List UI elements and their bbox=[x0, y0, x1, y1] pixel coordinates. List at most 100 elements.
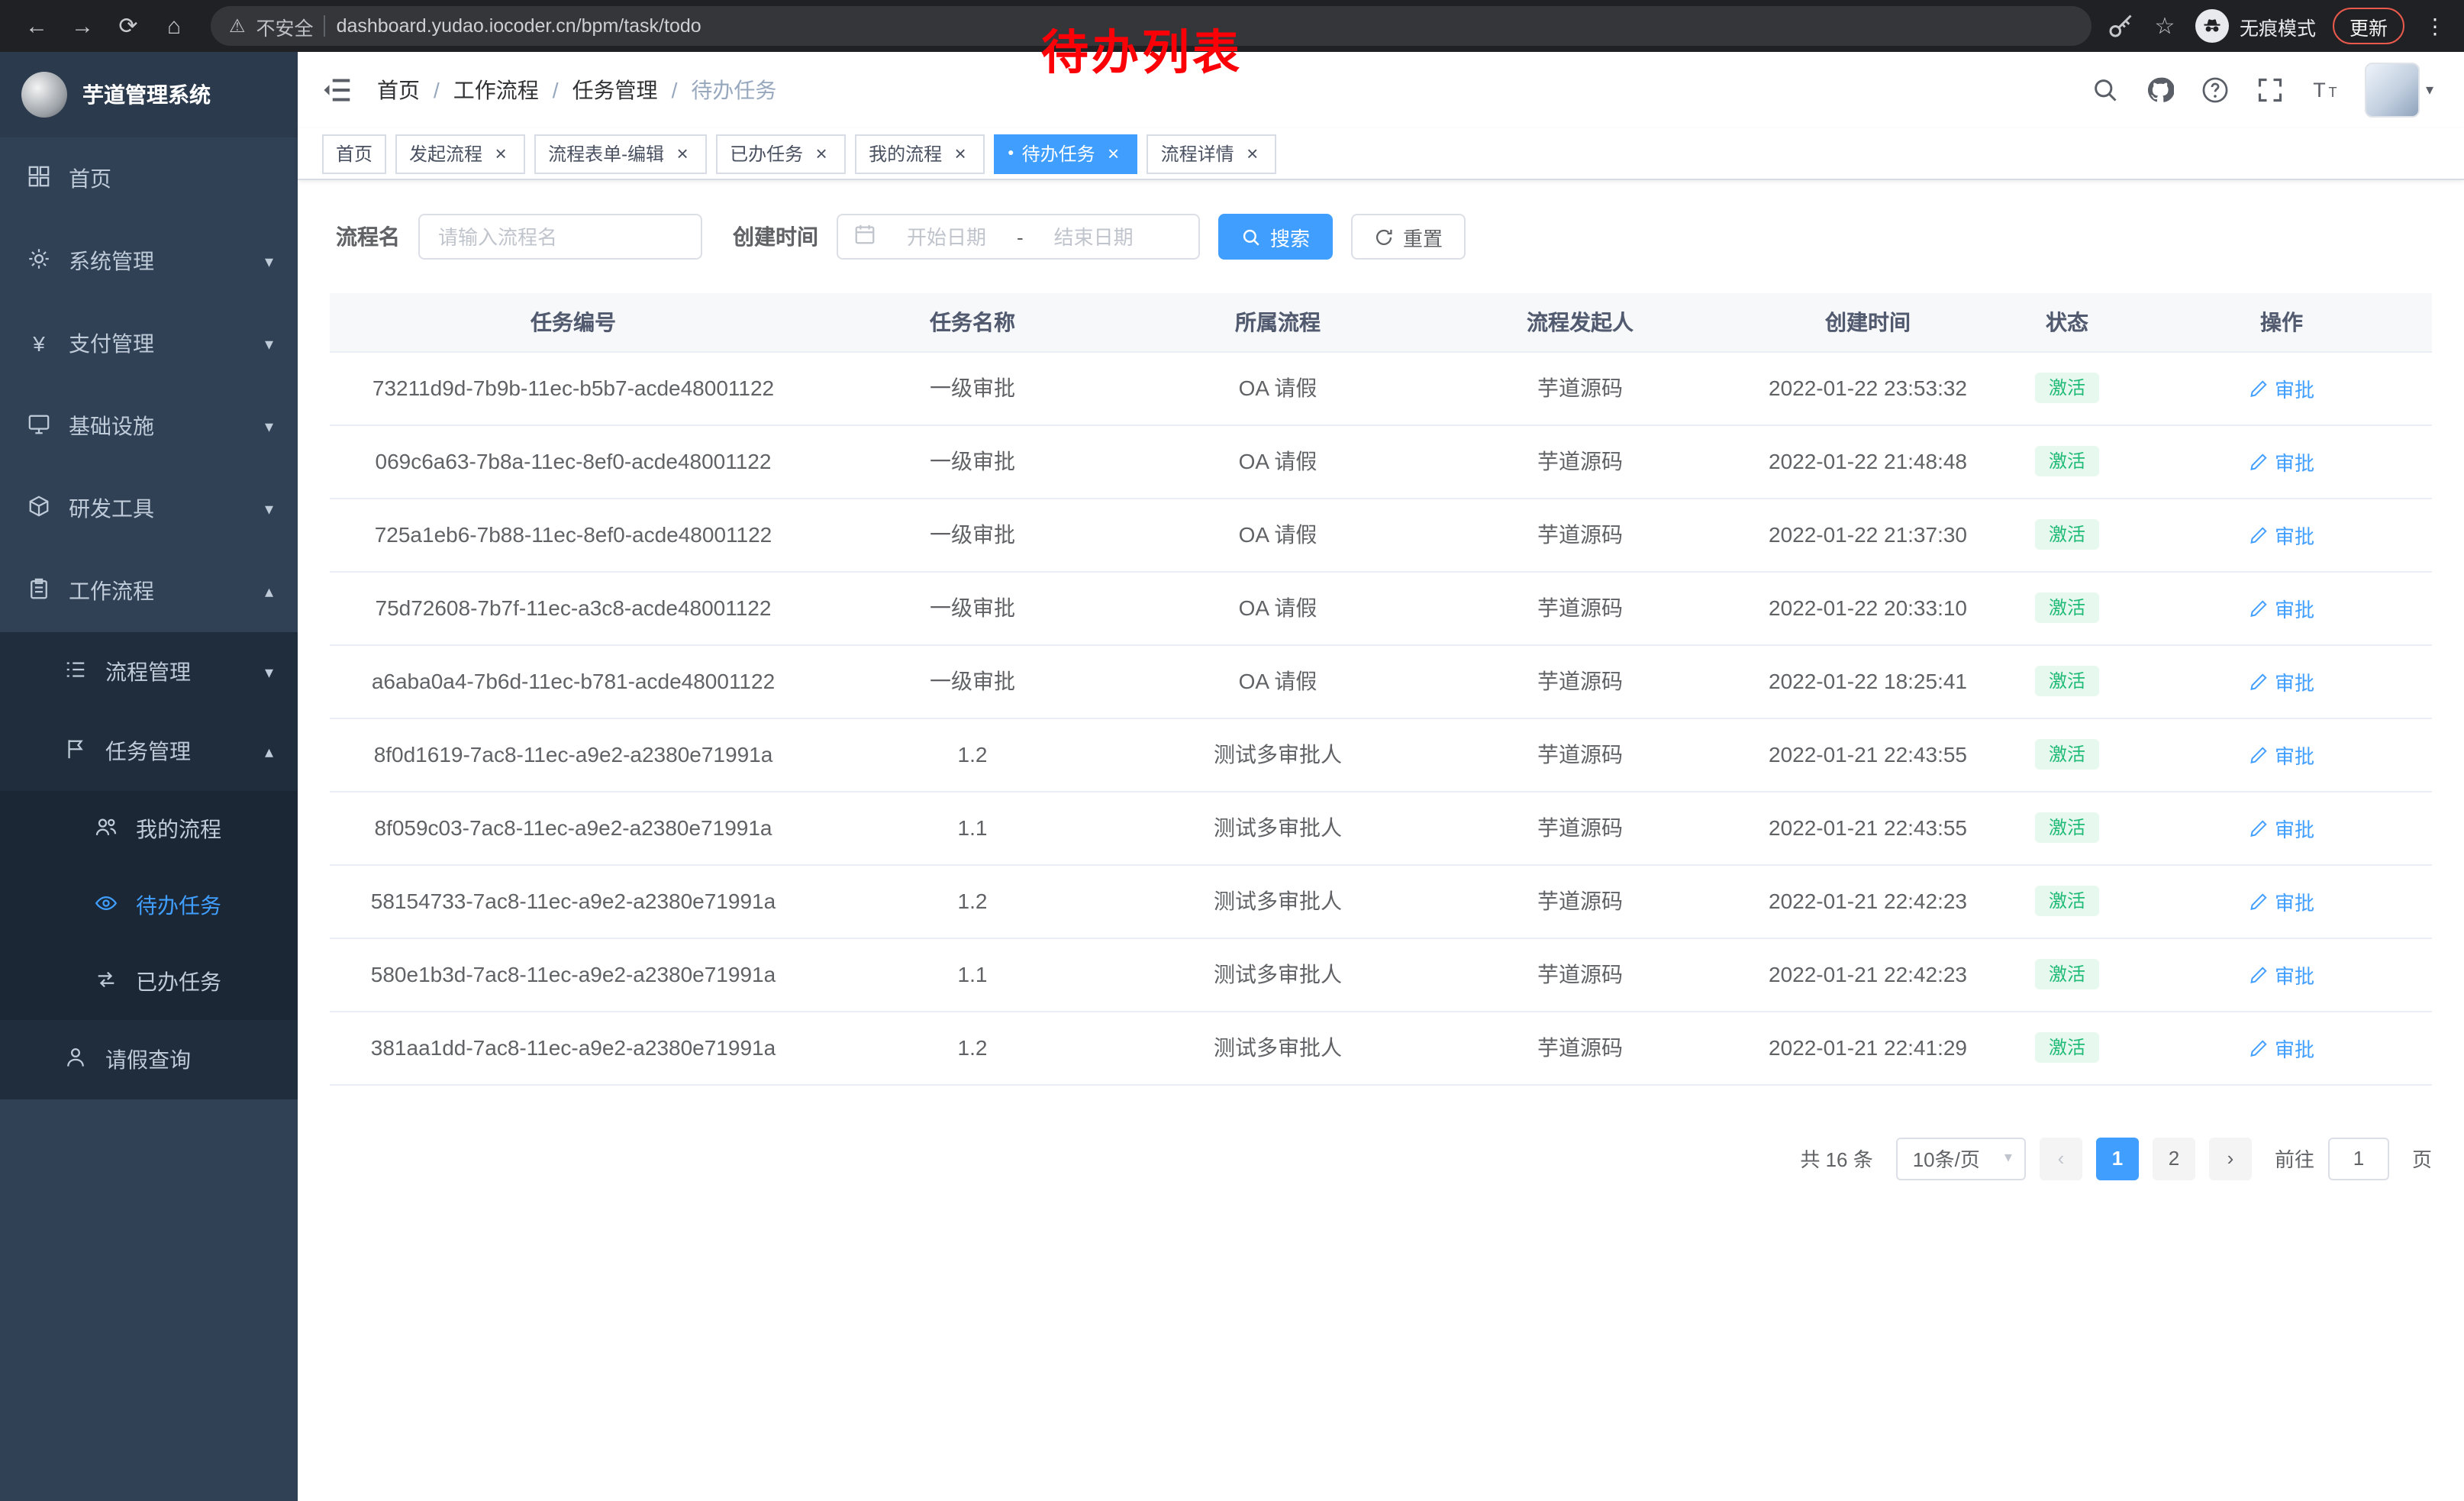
process-cell: 测试多审批人 bbox=[1128, 1011, 1427, 1084]
create-time-cell: 2022-01-21 22:41:29 bbox=[1733, 1011, 2003, 1084]
next-page-button[interactable]: › bbox=[2209, 1137, 2252, 1180]
chevron-down-icon: ▾ bbox=[265, 416, 273, 436]
date-range-picker[interactable]: - bbox=[837, 214, 1200, 260]
reload-icon[interactable]: ⟳ bbox=[107, 5, 150, 47]
process-name-input[interactable] bbox=[418, 214, 702, 260]
help-icon[interactable] bbox=[2200, 75, 2230, 105]
tab-start-process[interactable]: 发起流程× bbox=[395, 134, 525, 173]
task-management-submenu: 我的流程 待办任务 已办任务 bbox=[0, 791, 298, 1020]
cube-icon bbox=[27, 495, 50, 522]
task-id-cell: 8f059c03-7ac8-11ec-a9e2-a2380e71991a bbox=[330, 791, 817, 864]
tab-process-form-edit[interactable]: 流程表单-编辑× bbox=[534, 134, 707, 173]
table-row: 725a1eb6-7b88-11ec-8ef0-acde48001122 一级审… bbox=[330, 498, 2432, 571]
back-icon[interactable]: ← bbox=[15, 5, 58, 47]
end-date-input[interactable] bbox=[1030, 225, 1158, 248]
sidebar-item-infrastructure[interactable]: 基础设施 ▾ bbox=[0, 385, 298, 467]
page-body: 芋道管理系统 首页 系统管理 ▾ ¥ 支付管理 ▾ 基础设施 ▾ bbox=[0, 52, 2464, 1501]
approve-link[interactable]: 审批 bbox=[2249, 960, 2314, 989]
menu-kebab-icon[interactable]: ⋮ bbox=[2424, 13, 2446, 39]
sidebar-item-done-tasks[interactable]: 已办任务 bbox=[0, 944, 298, 1020]
header-task-name: 任务名称 bbox=[817, 293, 1128, 351]
tab-my-process[interactable]: 我的流程× bbox=[855, 134, 985, 173]
browser-chrome: ← → ⟳ ⌂ ⚠ 不安全 dashboard.yudao.iocoder.cn… bbox=[0, 0, 2464, 52]
sidebar-item-system[interactable]: 系统管理 ▾ bbox=[0, 220, 298, 302]
sidebar-item-leave-query[interactable]: 请假查询 bbox=[0, 1020, 298, 1099]
approve-link[interactable]: 审批 bbox=[2249, 813, 2314, 842]
tab-process-detail[interactable]: 流程详情× bbox=[1147, 134, 1277, 173]
create-time-cell: 2022-01-21 22:43:55 bbox=[1733, 718, 2003, 791]
create-time-cell: 2022-01-21 22:43:55 bbox=[1733, 791, 2003, 864]
home-icon[interactable]: ⌂ bbox=[153, 5, 195, 47]
starter-cell: 芋道源码 bbox=[1427, 1011, 1733, 1084]
task-id-cell: 75d72608-7b7f-11ec-a3c8-acde48001122 bbox=[330, 571, 817, 644]
approve-link[interactable]: 审批 bbox=[2249, 373, 2314, 402]
approve-link[interactable]: 审批 bbox=[2249, 667, 2314, 696]
github-icon[interactable] bbox=[2145, 75, 2175, 105]
incognito-icon bbox=[2195, 9, 2229, 43]
forward-icon[interactable]: → bbox=[61, 5, 104, 47]
create-time-cell: 2022-01-22 21:37:30 bbox=[1733, 498, 2003, 571]
warning-icon: ⚠ bbox=[229, 15, 246, 37]
status-badge: 激活 bbox=[2035, 592, 2099, 623]
approve-link[interactable]: 审批 bbox=[2249, 886, 2314, 915]
chevron-down-icon: ▾ bbox=[2004, 1150, 2012, 1167]
close-icon[interactable]: × bbox=[672, 143, 693, 164]
search-icon[interactable] bbox=[2090, 75, 2121, 105]
starter-cell: 芋道源码 bbox=[1427, 644, 1733, 718]
approve-link[interactable]: 审批 bbox=[2249, 593, 2314, 622]
gear-icon bbox=[27, 247, 50, 275]
sidebar-item-workflow[interactable]: 工作流程 ▴ bbox=[0, 550, 298, 632]
page-button-2[interactable]: 2 bbox=[2153, 1137, 2195, 1180]
tab-home[interactable]: 首页 bbox=[322, 134, 386, 173]
close-icon[interactable]: × bbox=[490, 143, 511, 164]
avatar[interactable] bbox=[2365, 63, 2420, 118]
page-button-1[interactable]: 1 bbox=[2096, 1137, 2139, 1180]
app-logo[interactable]: 芋道管理系统 bbox=[0, 52, 298, 137]
breadcrumb-task-management[interactable]: 任务管理 bbox=[572, 75, 658, 105]
security-label[interactable]: 不安全 bbox=[256, 11, 314, 40]
task-id-cell: 8f0d1619-7ac8-11ec-a9e2-a2380e71991a bbox=[330, 718, 817, 791]
filter-bar: 流程名 创建时间 - 搜索 重置 bbox=[336, 214, 2432, 260]
monitor-icon bbox=[27, 412, 50, 440]
incognito-indicator: 无痕模式 bbox=[2195, 9, 2316, 43]
breadcrumb-home[interactable]: 首页 bbox=[377, 75, 420, 105]
status-badge: 激活 bbox=[2035, 959, 2099, 989]
close-icon[interactable]: × bbox=[811, 143, 832, 164]
sidebar-item-process-management[interactable]: 流程管理 ▾ bbox=[0, 632, 298, 712]
tab-done-tasks[interactable]: 已办任务× bbox=[716, 134, 846, 173]
prev-page-button[interactable]: ‹ bbox=[2040, 1137, 2082, 1180]
goto-page-input[interactable] bbox=[2328, 1137, 2389, 1180]
sidebar-item-todo-tasks[interactable]: 待办任务 bbox=[0, 867, 298, 944]
task-name-cell: 一级审批 bbox=[817, 498, 1128, 571]
app-title: 芋道管理系统 bbox=[82, 79, 211, 110]
sidebar-item-my-process[interactable]: 我的流程 bbox=[0, 791, 298, 867]
sidebar-item-devtools[interactable]: 研发工具 ▾ bbox=[0, 467, 298, 550]
sidebar-item-task-management[interactable]: 任务管理 ▴ bbox=[0, 712, 298, 791]
update-button[interactable]: 更新 bbox=[2333, 8, 2404, 44]
svg-text:T: T bbox=[2313, 79, 2326, 102]
user-menu[interactable]: ▾ bbox=[2365, 63, 2433, 118]
approve-link[interactable]: 审批 bbox=[2249, 1033, 2314, 1062]
start-date-input[interactable] bbox=[882, 225, 1011, 248]
starter-cell: 芋道源码 bbox=[1427, 938, 1733, 1011]
search-button[interactable]: 搜索 bbox=[1218, 214, 1333, 260]
close-icon[interactable]: × bbox=[950, 143, 971, 164]
font-size-icon[interactable]: TT bbox=[2310, 75, 2340, 105]
approve-link[interactable]: 审批 bbox=[2249, 520, 2314, 549]
reset-button[interactable]: 重置 bbox=[1351, 214, 1466, 260]
svg-text:T: T bbox=[2328, 85, 2337, 100]
key-icon[interactable] bbox=[2107, 12, 2134, 40]
sidebar-collapse-icon[interactable] bbox=[322, 75, 353, 105]
close-icon[interactable]: × bbox=[1103, 143, 1124, 164]
sidebar-item-home[interactable]: 首页 bbox=[0, 137, 298, 220]
close-icon[interactable]: × bbox=[1242, 143, 1263, 164]
approve-link[interactable]: 审批 bbox=[2249, 740, 2314, 769]
page-size-select[interactable]: 10条/页 ▾ bbox=[1896, 1137, 2026, 1180]
bookmark-star-icon[interactable]: ☆ bbox=[2151, 12, 2179, 40]
tab-todo-tasks[interactable]: ●待办任务× bbox=[994, 134, 1138, 173]
sidebar-item-payment[interactable]: ¥ 支付管理 ▾ bbox=[0, 302, 298, 385]
breadcrumb-workflow[interactable]: 工作流程 bbox=[453, 75, 539, 105]
fullscreen-icon[interactable] bbox=[2255, 75, 2285, 105]
url-text[interactable]: dashboard.yudao.iocoder.cn/bpm/task/todo bbox=[337, 15, 701, 37]
approve-link[interactable]: 审批 bbox=[2249, 447, 2314, 476]
